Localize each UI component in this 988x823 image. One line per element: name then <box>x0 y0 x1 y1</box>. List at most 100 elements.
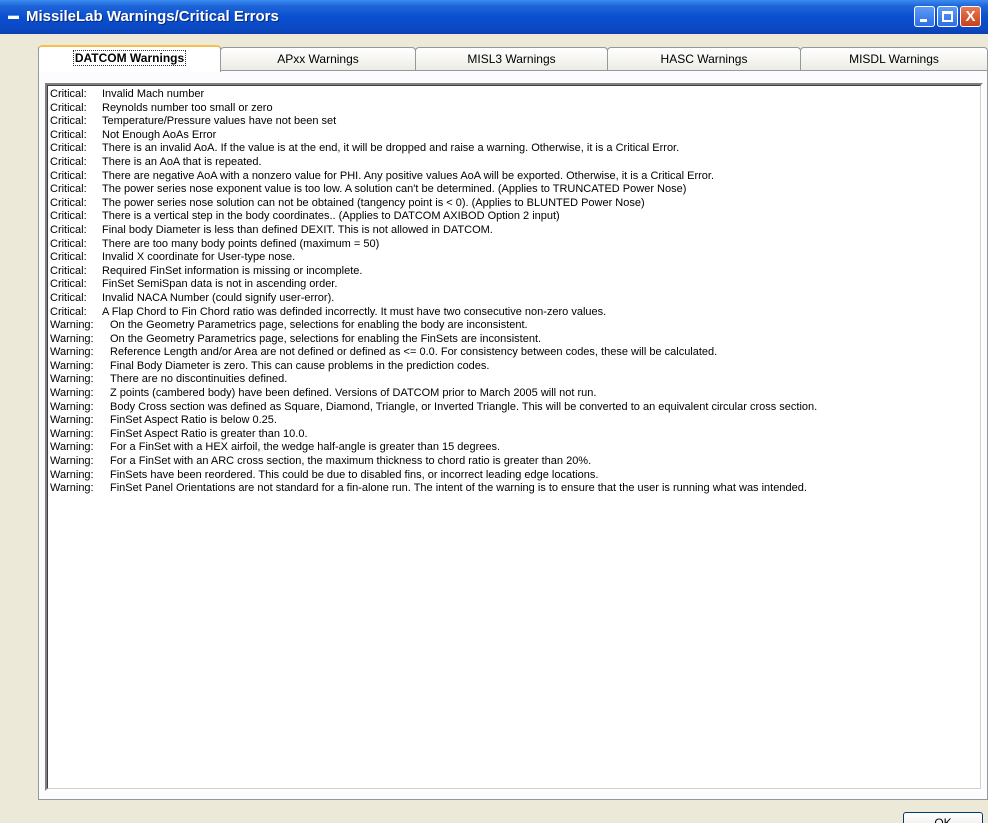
list-item[interactable]: Warning: FinSets have been reordered. Thi… <box>50 469 980 483</box>
list-item[interactable]: Critical: Invalid Mach number <box>50 88 980 102</box>
list-item[interactable]: Warning: FinSet Aspect Ratio is below 0.2… <box>50 414 980 428</box>
message-level: Critical: <box>50 251 87 264</box>
list-item[interactable]: Critical: There is a vertical step in the… <box>50 210 980 224</box>
list-item[interactable]: Warning: On the Geometry Parametrics page… <box>50 333 980 347</box>
message-text: FinSets have been reordered. This could … <box>110 468 599 481</box>
message-level: Critical: <box>50 196 87 209</box>
message-text: Reference Length and/or Area are not def… <box>110 346 718 359</box>
message-list: Critical: Invalid Mach number Critical: Rey… <box>48 86 980 496</box>
list-item[interactable]: Critical: There are negative AoA with a n… <box>50 170 980 184</box>
ok-button[interactable]: OK <box>903 812 983 823</box>
message-text: There is an invalid AoA. If the value is… <box>102 142 680 155</box>
list-item[interactable]: Critical: The power series nose exponent … <box>50 183 980 197</box>
message-level: Critical: <box>50 291 87 304</box>
tab-label: DATCOM Warnings <box>72 50 187 66</box>
message-level: Warning: <box>50 400 94 413</box>
message-text: The power series nose exponent value is … <box>102 183 687 196</box>
tab-label: MISL3 Warnings <box>467 52 556 66</box>
tab-hasc-warnings[interactable]: HASC Warnings <box>607 47 801 71</box>
app-icon: ▬ <box>8 10 19 22</box>
message-text: Z points (cambered body) have been defin… <box>110 387 597 400</box>
list-item[interactable]: Critical: There are too many body points … <box>50 238 980 252</box>
message-text: For a FinSet with a HEX airfoil, the wed… <box>110 441 501 454</box>
title-bar[interactable]: ▬ MissileLab Warnings/Critical Errors X <box>0 0 988 34</box>
message-level: Critical: <box>50 183 87 196</box>
list-item[interactable]: Warning: For a FinSet with an ARC cross s… <box>50 455 980 469</box>
tab-apxx-warnings[interactable]: APxx Warnings <box>220 47 416 71</box>
minimize-button[interactable] <box>914 6 935 27</box>
message-level: Warning: <box>50 427 94 440</box>
message-level: Warning: <box>50 319 94 332</box>
message-level: Critical: <box>50 128 87 141</box>
maximize-button[interactable] <box>937 6 958 27</box>
warnings-dialog: ▬ MissileLab Warnings/Critical Errors X … <box>0 0 988 823</box>
messages-listbox[interactable]: Critical: Invalid Mach number Critical: Rey… <box>45 83 983 791</box>
message-text: The power series nose solution can not b… <box>102 196 645 209</box>
message-level: Critical: <box>50 142 87 155</box>
message-text: Body Cross section was defined as Square… <box>110 400 818 413</box>
tab-strip: DATCOM Warnings APxx Warnings MISL3 Warn… <box>38 45 988 72</box>
message-text: There is an AoA that is repeated. <box>102 155 262 168</box>
list-item[interactable]: Warning: FinSet Aspect Ratio is greater t… <box>50 428 980 442</box>
message-text: There is a vertical step in the body coo… <box>102 210 560 223</box>
message-text: Temperature/Pressure values have not bee… <box>102 115 337 128</box>
message-level: Critical: <box>50 305 87 318</box>
list-item[interactable]: Warning: Z points (cambered body) have be… <box>50 387 980 401</box>
maximize-icon <box>942 11 953 22</box>
tab-misl3-warnings[interactable]: MISL3 Warnings <box>415 47 608 71</box>
message-text: FinSet Aspect Ratio is below 0.25. <box>110 414 277 427</box>
tab-label: APxx Warnings <box>277 52 359 66</box>
list-item[interactable]: Warning: Reference Length and/or Area are… <box>50 346 980 360</box>
tab-panel: Critical: Invalid Mach number Critical: Rey… <box>38 70 988 800</box>
close-icon: X <box>965 8 976 25</box>
message-level: Critical: <box>50 237 87 250</box>
message-level: Critical: <box>50 101 87 114</box>
message-level: Critical: <box>50 155 87 168</box>
list-item[interactable]: Warning: Final Body Diameter is zero. Thi… <box>50 360 980 374</box>
message-text: FinSet SemiSpan data is not in ascending… <box>102 278 338 291</box>
message-level: Warning: <box>50 332 94 345</box>
message-level: Critical: <box>50 278 87 291</box>
window-title: MissileLab Warnings/Critical Errors <box>26 8 279 25</box>
message-level: Critical: <box>50 223 87 236</box>
close-button[interactable]: X <box>960 6 981 27</box>
tab-datcom-warnings[interactable]: DATCOM Warnings <box>38 45 221 72</box>
message-level: Warning: <box>50 468 94 481</box>
message-text: Invalid Mach number <box>102 88 205 100</box>
list-item[interactable]: Critical: Invalid X coordinate for User-t… <box>50 251 980 265</box>
list-item[interactable]: Critical: There is an invalid AoA. If the… <box>50 142 980 156</box>
list-item[interactable]: Warning: FinSet Panel Orientations are no… <box>50 482 980 496</box>
message-level: Critical: <box>50 264 87 277</box>
message-level: Warning: <box>50 414 94 427</box>
message-text: On the Geometry Parametrics page, select… <box>110 319 528 332</box>
message-text: Invalid NACA Number (could signify user-… <box>102 291 335 304</box>
list-item[interactable]: Critical: A Flap Chord to Fin Chord ratio… <box>50 306 980 320</box>
tab-label: MISDL Warnings <box>849 52 939 66</box>
message-level: Warning: <box>50 373 94 386</box>
message-level: Critical: <box>50 210 87 223</box>
message-text: For a FinSet with an ARC cross section, … <box>110 455 592 468</box>
list-item[interactable]: Critical: FinSet SemiSpan data is not in … <box>50 278 980 292</box>
message-text: On the Geometry Parametrics page, select… <box>110 332 542 345</box>
list-item[interactable]: Warning: Body Cross section was defined a… <box>50 401 980 415</box>
list-item[interactable]: Warning: For a FinSet with a HEX airfoil,… <box>50 441 980 455</box>
list-item[interactable]: Warning: There are no discontinuities def… <box>50 373 980 387</box>
message-level: Critical: <box>50 115 87 128</box>
list-item[interactable]: Critical: Temperature/Pressure values hav… <box>50 115 980 129</box>
tab-label: HASC Warnings <box>660 52 748 66</box>
message-text: Final Body Diameter is zero. This can ca… <box>110 359 490 372</box>
list-item[interactable]: Warning: On the Geometry Parametrics page… <box>50 319 980 333</box>
list-item[interactable]: Critical: Final body Diameter is less tha… <box>50 224 980 238</box>
tab-misdl-warnings[interactable]: MISDL Warnings <box>800 47 988 71</box>
message-level: Warning: <box>50 482 94 495</box>
message-level: Warning: <box>50 359 94 372</box>
list-item[interactable]: Critical: Required FinSet information is … <box>50 265 980 279</box>
list-item[interactable]: Critical: The power series nose solution … <box>50 197 980 211</box>
list-item[interactable]: Critical: Invalid NACA Number (could sign… <box>50 292 980 306</box>
list-item[interactable]: Critical: There is an AoA that is repeate… <box>50 156 980 170</box>
list-item[interactable]: Critical: Not Enough AoAs Error <box>50 129 980 143</box>
message-text: Not Enough AoAs Error <box>102 128 217 141</box>
message-level: Critical: <box>50 88 87 100</box>
list-item[interactable]: Critical: Reynolds number too small or ze… <box>50 102 980 116</box>
message-text: FinSet Aspect Ratio is greater than 10.0… <box>110 427 308 440</box>
